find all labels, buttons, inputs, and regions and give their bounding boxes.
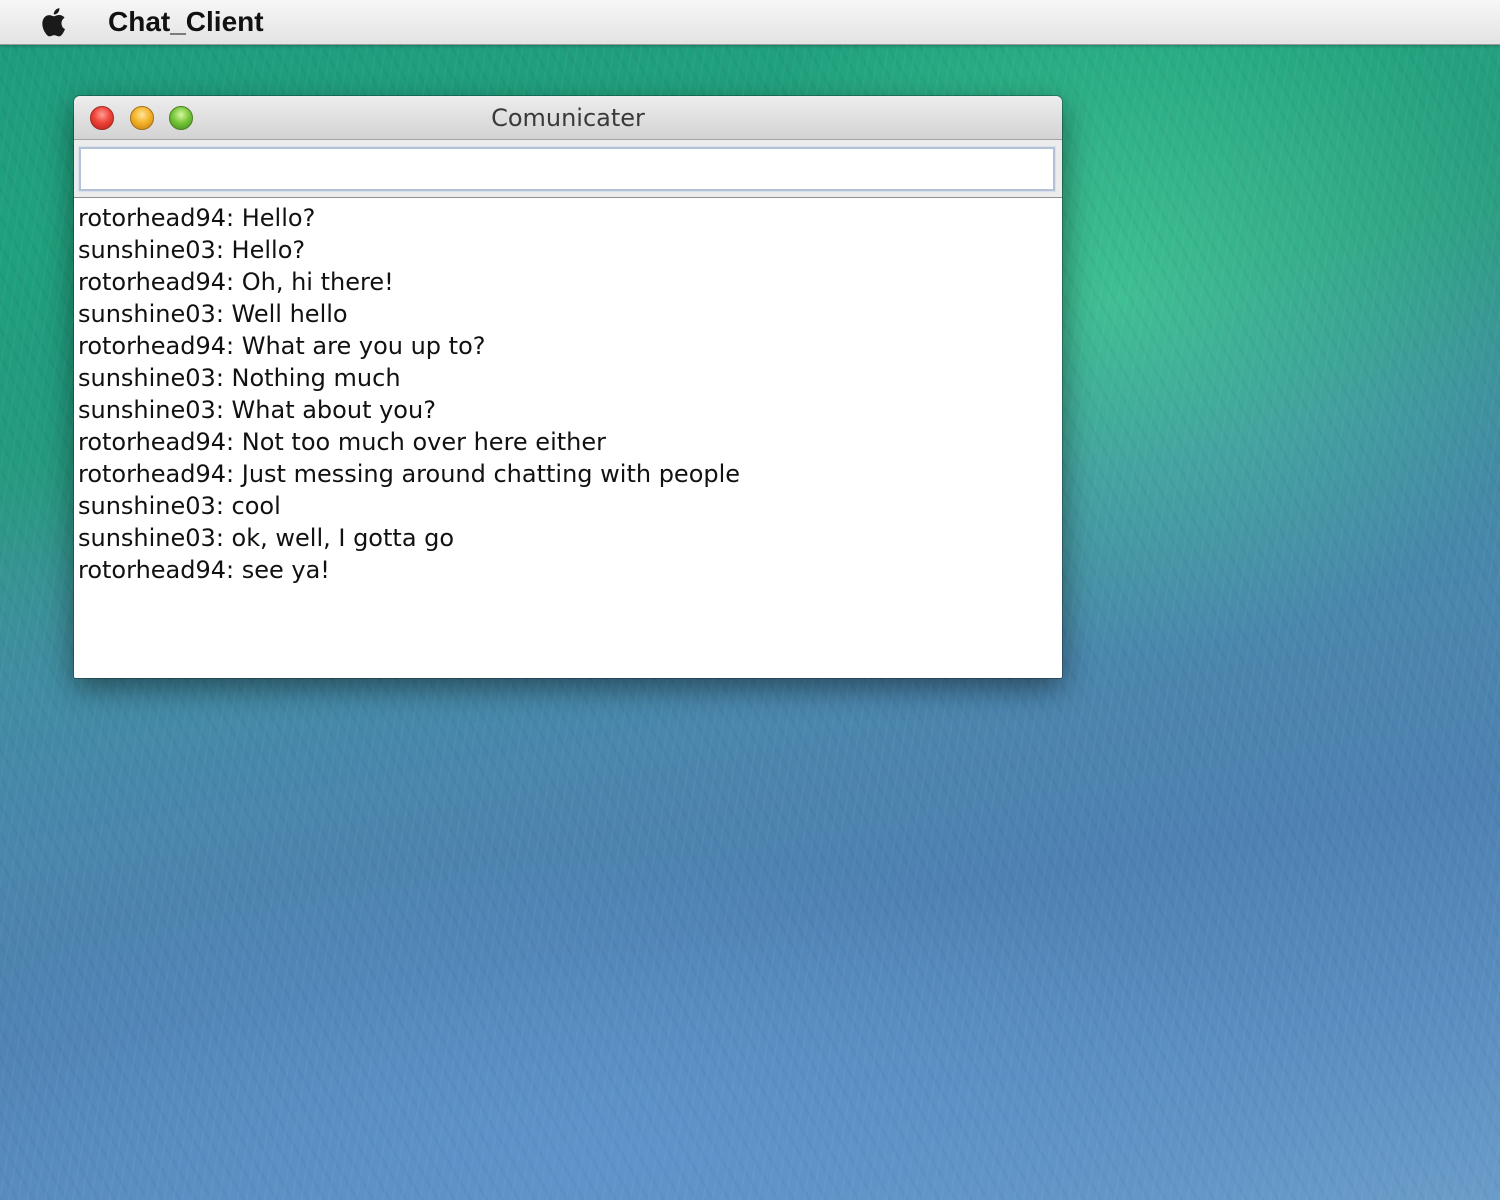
chat-message: rotorhead94: Just messing around chattin… <box>78 460 741 488</box>
message-input[interactable] <box>78 146 1056 192</box>
app-name-menu[interactable]: Chat_Client <box>108 5 264 39</box>
input-area <box>74 140 1062 198</box>
chat-message: rotorhead94: What are you up to? <box>78 332 486 360</box>
chat-message: sunshine03: Hello? <box>78 236 306 264</box>
chat-window: Comunicater rotorhead94: Hello? sunshine… <box>74 96 1062 678</box>
apple-logo-icon[interactable] <box>38 3 72 41</box>
chat-message: rotorhead94: Oh, hi there! <box>78 268 394 296</box>
chat-message: rotorhead94: see ya! <box>78 556 330 584</box>
chat-message: sunshine03: Nothing much <box>78 364 401 392</box>
chat-message: rotorhead94: Hello? <box>78 204 316 232</box>
chat-log[interactable]: rotorhead94: Hello? sunshine03: Hello? r… <box>74 198 1062 678</box>
desktop: Chat_Client Comunicater rotorhead94: Hel… <box>0 0 1500 1200</box>
chat-message: sunshine03: cool <box>78 492 281 520</box>
chat-message: sunshine03: Well hello <box>78 300 348 328</box>
window-titlebar[interactable]: Comunicater <box>74 96 1062 140</box>
window-title: Comunicater <box>491 104 645 132</box>
menu-bar: Chat_Client <box>0 0 1500 45</box>
chat-message: sunshine03: ok, well, I gotta go <box>78 524 455 552</box>
chat-message: sunshine03: What about you? <box>78 396 436 424</box>
chat-message: rotorhead94: Not too much over here eith… <box>78 428 606 456</box>
